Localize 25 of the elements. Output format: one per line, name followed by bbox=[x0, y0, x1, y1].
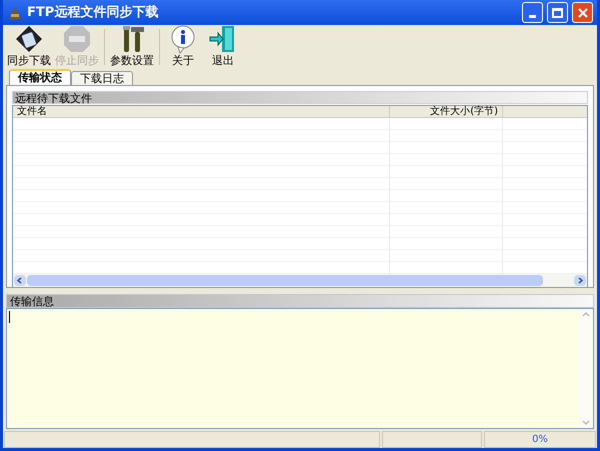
column-header[interactable]: 文件名 bbox=[13, 106, 390, 117]
maximize-button[interactable] bbox=[547, 2, 568, 23]
tab[interactable]: 下载日志 bbox=[71, 71, 133, 85]
close-button[interactable] bbox=[572, 2, 593, 23]
progress-text: 0% bbox=[532, 434, 548, 446]
toolbar-button[interactable]: 关于 bbox=[163, 24, 203, 67]
section-header: 远程待下载文件 bbox=[12, 91, 588, 104]
scroll-thumb[interactable] bbox=[27, 275, 543, 286]
app-icon bbox=[7, 4, 23, 20]
scroll-right-icon[interactable] bbox=[574, 275, 586, 286]
tab[interactable]: 传输状态 bbox=[9, 69, 71, 85]
close-icon bbox=[576, 6, 588, 18]
vertical-scrollbar[interactable] bbox=[579, 309, 593, 428]
horizontal-scrollbar[interactable] bbox=[13, 274, 587, 287]
section-header: 传输信息 bbox=[6, 294, 594, 308]
toolbar-button[interactable]: 退出 bbox=[203, 24, 243, 67]
scroll-left-icon[interactable] bbox=[14, 275, 26, 286]
toolbar-button[interactable]: 同步下载 bbox=[5, 24, 53, 67]
document-icon bbox=[14, 24, 44, 54]
toolbar-button[interactable]: 参数设置 bbox=[108, 24, 156, 67]
window-title: FTP远程文件同步下载 bbox=[27, 4, 158, 22]
log-text-area[interactable] bbox=[6, 308, 594, 429]
stop-sign-icon bbox=[62, 24, 92, 54]
column-header[interactable]: 文件大小(字节) bbox=[390, 106, 503, 117]
minimize-button[interactable] bbox=[522, 2, 543, 23]
